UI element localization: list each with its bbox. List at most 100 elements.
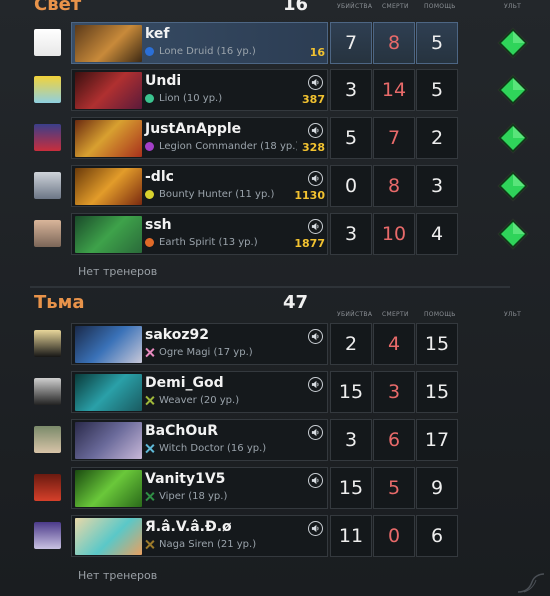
kills-value: 15	[330, 371, 372, 413]
kills-value: 2	[330, 323, 372, 365]
deaths-value: 4	[373, 323, 415, 365]
player-row[interactable]: Undi Lion (10 ур.) 387 3 14 5	[0, 68, 550, 112]
voice-mute-button[interactable]	[308, 329, 323, 344]
hero-name-level: Viper (18 ур.)	[159, 491, 228, 502]
deaths-value: 6	[373, 419, 415, 461]
voice-mute-button[interactable]	[308, 171, 323, 186]
deaths-value: 8	[373, 165, 415, 207]
speaker-icon	[311, 524, 319, 533]
player-avatar[interactable]	[34, 76, 61, 103]
hero-info: Witch Doctor (16 ур.)	[145, 443, 297, 454]
player-row[interactable]: sakoz92 Ogre Magi (17 ур.) 2 4 15	[0, 322, 550, 366]
player-row[interactable]: Я.â.V.â.Ð.ø Naga Siren (21 ур.) 11 0 6	[0, 514, 550, 558]
voice-mute-button[interactable]	[308, 425, 323, 440]
player-avatar[interactable]	[34, 378, 61, 405]
player-avatar[interactable]	[34, 124, 61, 151]
hero-portrait	[75, 168, 142, 205]
hero-name-level: Lone Druid (16 ур.)	[159, 46, 256, 57]
kills-value: 3	[330, 419, 372, 461]
player-info: sakoz92 Ogre Magi (17 ур.)	[71, 323, 328, 365]
speaker-icon	[311, 332, 319, 341]
column-header-kills: УБИЙСТВА	[337, 3, 373, 10]
player-row[interactable]: ssh Earth Spirit (13 ур.) 1877 3 10 4	[0, 212, 550, 256]
voice-mute-button[interactable]	[308, 219, 323, 234]
column-header-deaths: СМЕРТИ	[382, 311, 409, 318]
player-gold: 16	[309, 46, 325, 59]
hero-info: Ogre Magi (17 ур.)	[145, 347, 297, 358]
player-row[interactable]: BaChOuR Witch Doctor (16 ур.) 3 6 17	[0, 418, 550, 462]
hero-portrait	[75, 120, 142, 157]
speaker-icon	[311, 476, 319, 485]
voice-mute-button[interactable]	[308, 473, 323, 488]
player-row[interactable]: Demi_God Weaver (20 ур.) 15 3 15	[0, 370, 550, 414]
column-header-deaths: СМЕРТИ	[382, 3, 409, 10]
player-info: kef Lone Druid (16 ур.) 16	[71, 22, 328, 64]
scoreboard: Свет 16 УБИЙСТВА СМЕРТИ ПОМОЩЬ УЛЬТ kef L…	[0, 0, 550, 596]
ultimate-ready-icon	[497, 218, 529, 250]
player-name: Undi	[145, 73, 182, 89]
deaths-value: 14	[373, 69, 415, 111]
assists-value: 3	[416, 165, 458, 207]
hero-portrait	[75, 216, 142, 253]
assists-value: 5	[416, 22, 458, 64]
hero-name-level: Bounty Hunter (11 ур.)	[159, 189, 275, 200]
assists-value: 6	[416, 515, 458, 557]
assists-value: 9	[416, 467, 458, 509]
voice-mute-button[interactable]	[308, 521, 323, 536]
player-avatar[interactable]	[34, 474, 61, 501]
player-avatar[interactable]	[34, 522, 61, 549]
player-color-dot-icon	[145, 142, 154, 151]
hero-name-level: Earth Spirit (13 ур.)	[159, 237, 258, 248]
player-info: Я.â.V.â.Ð.ø Naga Siren (21 ур.)	[71, 515, 328, 557]
player-row[interactable]: -dlc Bounty Hunter (11 ур.) 1130 0 8 3	[0, 164, 550, 208]
player-color-x-icon	[145, 348, 154, 357]
player-avatar[interactable]	[34, 29, 61, 56]
player-name: Я.â.V.â.Ð.ø	[145, 519, 232, 535]
hero-name-level: Weaver (20 ур.)	[159, 395, 240, 406]
voice-mute-button[interactable]	[308, 75, 323, 90]
player-name: Vanity1V5	[145, 471, 226, 487]
team-score-dire: 47	[283, 292, 309, 313]
deaths-value: 3	[373, 371, 415, 413]
kills-value: 15	[330, 467, 372, 509]
speaker-icon	[311, 174, 319, 183]
deaths-value: 10	[373, 213, 415, 255]
player-row[interactable]: Vanity1V5 Viper (18 ур.) 15 5 9	[0, 466, 550, 510]
player-color-dot-icon	[145, 238, 154, 247]
column-header-ult: УЛЬТ	[504, 311, 522, 318]
kills-value: 3	[330, 213, 372, 255]
player-row[interactable]: kef Lone Druid (16 ур.) 16 7 8 5	[0, 21, 550, 65]
corner-ornament-icon	[517, 573, 545, 593]
player-avatar[interactable]	[34, 220, 61, 247]
kills-value: 0	[330, 165, 372, 207]
column-header-kills: УБИЙСТВА	[337, 311, 373, 318]
player-avatar[interactable]	[34, 172, 61, 199]
hero-name-level: Naga Siren (21 ур.)	[159, 539, 257, 550]
player-info: JustAnApple Legion Commander (18 ур.) 328	[71, 117, 328, 159]
speaker-icon	[311, 428, 319, 437]
assists-value: 2	[416, 117, 458, 159]
player-info: -dlc Bounty Hunter (11 ур.) 1130	[71, 165, 328, 207]
player-avatar[interactable]	[34, 330, 61, 357]
deaths-value: 7	[373, 117, 415, 159]
hero-info: Naga Siren (21 ур.)	[145, 539, 297, 550]
speaker-icon	[311, 78, 319, 87]
player-info: ssh Earth Spirit (13 ур.) 1877	[71, 213, 328, 255]
player-avatar[interactable]	[34, 426, 61, 453]
player-color-dot-icon	[145, 47, 154, 56]
hero-portrait	[75, 518, 142, 555]
player-color-x-icon	[145, 444, 154, 453]
assists-value: 5	[416, 69, 458, 111]
hero-info: Lion (10 ур.)	[145, 93, 297, 104]
deaths-value: 8	[373, 22, 415, 64]
hero-name-level: Ogre Magi (17 ур.)	[159, 347, 253, 358]
team-score-radiant: 16	[283, 0, 309, 15]
hero-info: Lone Druid (16 ур.)	[145, 46, 297, 57]
hero-name-level: Legion Commander (18 ур.)	[159, 141, 297, 152]
player-row[interactable]: JustAnApple Legion Commander (18 ур.) 328 5…	[0, 116, 550, 160]
deaths-value: 5	[373, 467, 415, 509]
voice-mute-button[interactable]	[308, 123, 323, 138]
voice-mute-button[interactable]	[308, 377, 323, 392]
ultimate-ready-icon	[497, 122, 529, 154]
assists-value: 15	[416, 323, 458, 365]
